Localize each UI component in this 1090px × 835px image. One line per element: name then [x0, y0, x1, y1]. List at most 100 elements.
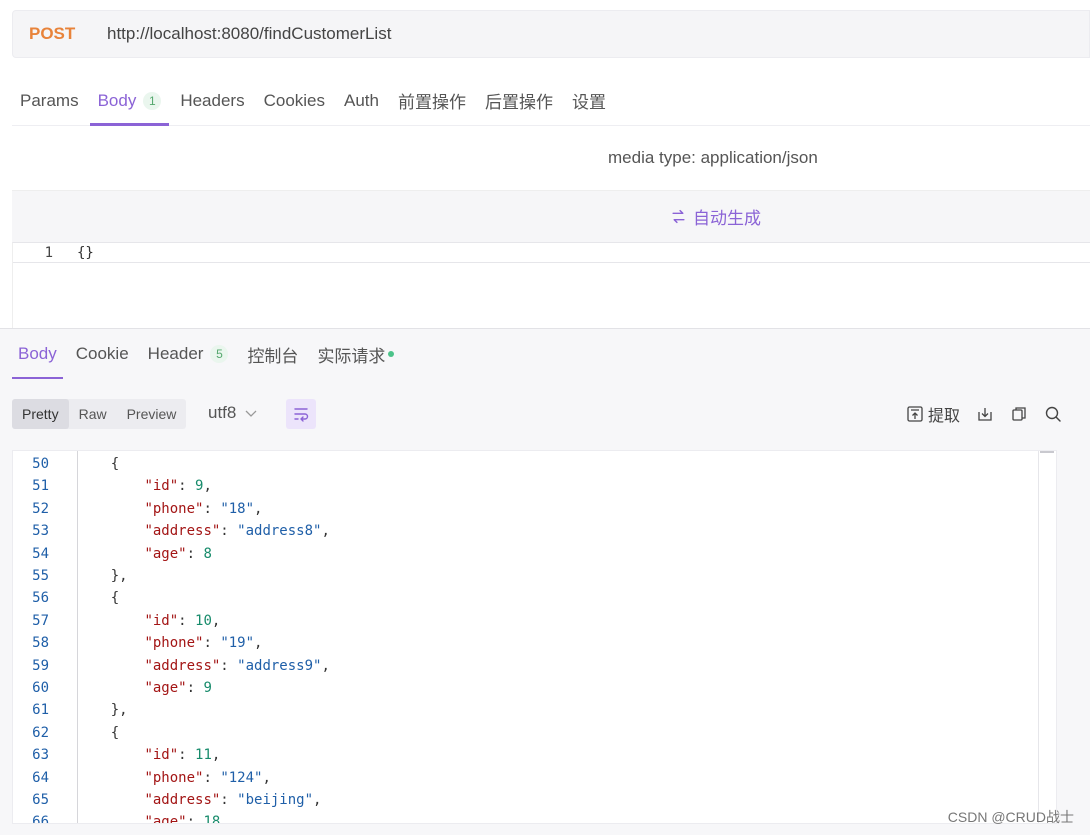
line-number: 51 — [32, 478, 49, 495]
line-number: 54 — [32, 545, 49, 562]
json-value: "124" — [220, 769, 263, 786]
code-text: "age": 18 — [77, 814, 221, 824]
json-value: 10 — [195, 612, 212, 629]
line-number: 64 — [32, 769, 49, 786]
line-number: 66 — [32, 814, 49, 824]
line-number: 65 — [32, 792, 49, 808]
tab-6[interactable]: 后置操作 — [477, 76, 561, 125]
tab-label: Body — [18, 344, 57, 363]
code-text: { — [77, 724, 120, 741]
tab-5[interactable]: 前置操作 — [390, 76, 474, 125]
autogen-bar: 自动生成 — [12, 190, 1090, 242]
count-badge: 1 — [143, 91, 162, 110]
extract-button[interactable]: 提取 — [906, 402, 960, 426]
auto-generate-button[interactable]: 自动生成 — [670, 204, 761, 229]
body-editor[interactable]: 1 {} — [12, 242, 1090, 328]
extract-label: 提取 — [927, 408, 960, 425]
code-line: 50 { — [13, 453, 1056, 475]
code-text: }, — [77, 568, 128, 584]
json-key: "address" — [144, 523, 221, 540]
json-value: "18" — [220, 500, 255, 517]
indent-guide — [77, 451, 78, 823]
status-dot — [388, 351, 395, 357]
view-mode-2[interactable]: Preview — [117, 399, 187, 429]
tab-label: Cookies — [263, 90, 326, 110]
json-value: 8 — [203, 545, 212, 562]
code-line: 60 "age": 9 — [13, 677, 1056, 699]
line-number: 61 — [32, 702, 49, 719]
tab-label: Header — [147, 344, 204, 363]
json-key: "age" — [144, 814, 187, 824]
response-tab-2[interactable]: Header 5 — [142, 329, 235, 379]
url-input[interactable]: http://localhost:8080/findCustomerList — [107, 24, 391, 44]
tab-4[interactable]: Auth — [336, 76, 387, 125]
json-key: "address" — [144, 792, 221, 808]
media-type-label: media type: application/json — [608, 148, 818, 167]
json-value: 11 — [195, 747, 212, 764]
line-number: 57 — [32, 612, 49, 629]
encoding-select[interactable]: utf8 — [208, 403, 258, 423]
tab-1[interactable]: Body 1 — [89, 76, 170, 126]
code-text: "address": "beijing", — [144, 792, 322, 808]
response-code-viewer[interactable]: 66 "age": 18 65 "address": "beijing", 64 "… — [12, 450, 1057, 824]
line-number: 53 — [32, 523, 49, 540]
chevron-down-icon — [245, 410, 257, 417]
json-key: "phone" — [144, 769, 204, 786]
line-number: 55 — [32, 568, 49, 584]
copy-icon — [1012, 407, 1026, 421]
tab-0[interactable]: Params — [12, 76, 87, 125]
tab-label: 控制台 — [247, 346, 299, 366]
http-method-select[interactable]: POST — [29, 24, 107, 44]
url-bar[interactable]: POST http://localhost:8080/findCustomerL… — [12, 10, 1090, 58]
editor-text[interactable]: {} — [77, 245, 94, 261]
search-button[interactable] — [1044, 405, 1062, 423]
code-text: "age": 9 — [144, 680, 212, 696]
code-line: 55 }, — [13, 565, 1056, 587]
code-text: "phone": "124", — [144, 769, 271, 786]
code-line: 62 { — [13, 722, 1056, 744]
json-value: 9 — [195, 478, 204, 495]
view-mode-1[interactable]: Raw — [69, 399, 117, 429]
response-tab-4[interactable]: 实际请求 — [311, 329, 400, 379]
line-number: 56 — [32, 590, 49, 607]
response-tab-1[interactable]: Cookie — [70, 329, 135, 379]
line-number: 59 — [32, 657, 49, 674]
line-number: 63 — [32, 747, 49, 764]
tab-7[interactable]: 设置 — [564, 76, 614, 125]
request-tabs: Params Body 1 Headers Cookies Auth 前置操作 后置操作 设置 — [12, 76, 1090, 126]
response-actions: 提取 — [906, 402, 1062, 426]
json-key: "id" — [144, 478, 179, 495]
tab-3[interactable]: Cookies — [256, 76, 333, 125]
json-key: "id" — [144, 612, 179, 629]
code-line: 51 "id": 9, — [13, 475, 1056, 497]
extract-icon — [907, 406, 923, 422]
response-toolbar: Pretty Raw Preview utf8 提取 — [12, 399, 1062, 429]
response-tab-0[interactable]: Body — [12, 329, 63, 379]
json-key: "phone" — [144, 500, 204, 517]
line-number: 58 — [32, 635, 49, 652]
code-line: 66 "age": 18 — [13, 811, 1056, 824]
vertical-scrollbar[interactable] — [1038, 451, 1056, 823]
response-tab-3[interactable]: 控制台 — [241, 329, 304, 379]
auto-generate-label: 自动生成 — [693, 209, 761, 228]
copy-button[interactable] — [1010, 405, 1028, 423]
tab-label: Params — [20, 90, 79, 110]
tab-label: 后置操作 — [485, 93, 553, 112]
word-wrap-button[interactable] — [286, 399, 316, 429]
json-value: 18 — [203, 814, 221, 824]
code-line: 64 "phone": "124", — [13, 767, 1056, 789]
editor-line: 1 {} — [13, 243, 1090, 263]
response-panel: Body Cookie Header 5 控制台 实际请求 Pretty Raw Previe… — [0, 328, 1090, 835]
view-mode-switch: Pretty Raw Preview — [12, 399, 187, 429]
scrollbar-thumb[interactable] — [1040, 451, 1054, 453]
download-button[interactable] — [976, 405, 994, 423]
tab-label: Cookie — [75, 344, 129, 363]
code-text: { — [77, 456, 120, 472]
tab-2[interactable]: Headers — [172, 76, 252, 125]
code-text: "phone": "19", — [144, 635, 263, 652]
tab-label: 实际请求 — [317, 346, 386, 366]
view-mode-0[interactable]: Pretty — [12, 399, 69, 429]
json-key: "address" — [144, 657, 221, 674]
code-line: 53 "address": "address8", — [13, 520, 1056, 542]
download-icon — [978, 408, 992, 421]
